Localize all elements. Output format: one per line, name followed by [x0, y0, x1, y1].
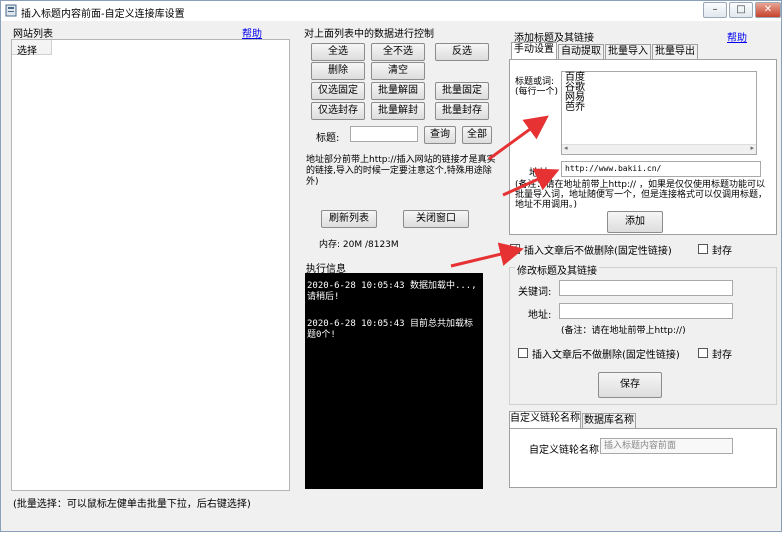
- arrow-to-keywords: [488, 115, 549, 161]
- main-window: 插入标题内容前面-自定义连接库设置 – □ ✕ 网站列表 帮助 选择 (批量选择…: [0, 0, 782, 532]
- annotation-arrows: [450, 115, 560, 268]
- arrow-to-address: [502, 168, 560, 197]
- arrow-to-checkbox: [450, 242, 524, 268]
